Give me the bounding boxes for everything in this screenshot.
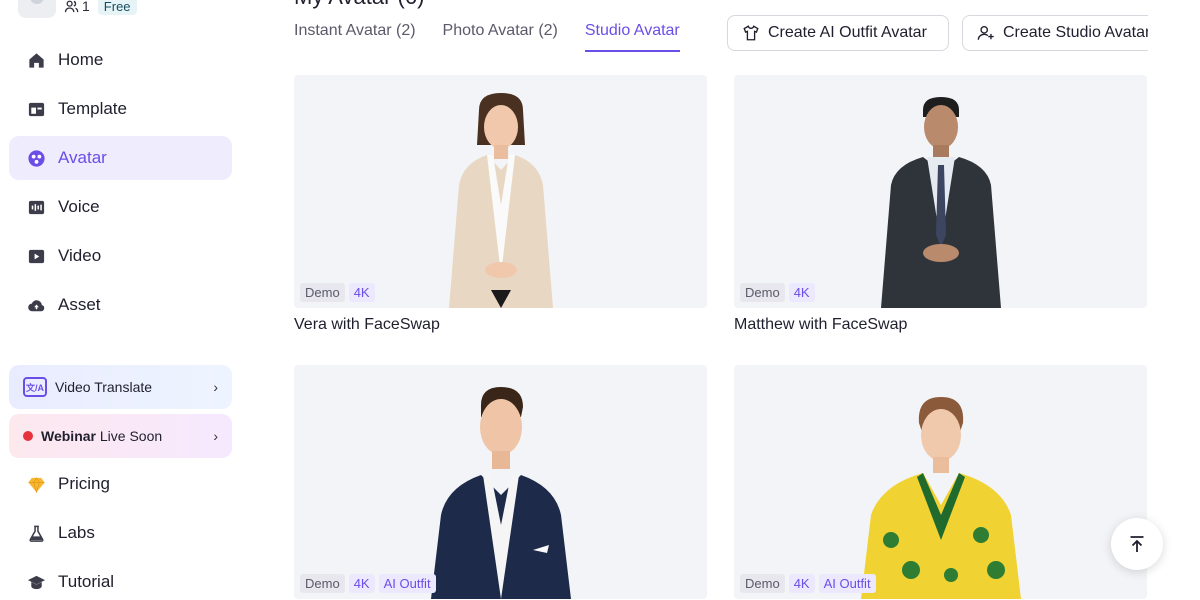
sidebar-item-asset[interactable]: Asset	[9, 283, 232, 327]
4k-badge: 4K	[788, 574, 815, 593]
cloud-upload-icon	[27, 296, 46, 315]
webinar-promo[interactable]: Webinar Live Soon ›	[9, 414, 232, 458]
scroll-to-top-button[interactable]	[1111, 518, 1163, 570]
avatar-icon	[27, 149, 46, 168]
avatar-thumbnail: Demo 4K AI Outfit	[294, 365, 707, 599]
live-dot-icon	[23, 431, 33, 441]
tab-photo-avatar[interactable]: Photo Avatar (2)	[443, 22, 558, 52]
sidebar-item-label: Tutorial	[58, 572, 115, 591]
create-ai-outfit-avatar-button[interactable]: Create AI Outfit Avatar	[727, 15, 949, 51]
avatar-tabs: Instant Avatar (2) Photo Avatar (2) Stud…	[294, 22, 680, 52]
create-studio-avatar-button[interactable]: Create Studio Avatar	[962, 15, 1148, 51]
avatar-preview-image	[430, 387, 571, 599]
diamond-icon	[27, 475, 46, 494]
avatar-card-ai-outfit-female[interactable]: Demo 4K AI Outfit	[734, 365, 1147, 599]
sidebar-item-avatar[interactable]: Avatar	[9, 136, 232, 180]
voice-icon	[27, 198, 46, 217]
sidebar-item-label: Asset	[58, 295, 101, 314]
chevron-right-icon: ›	[213, 428, 218, 444]
webinar-title: Webinar	[41, 428, 96, 444]
add-user-icon	[977, 26, 994, 40]
avatar-preview-image	[860, 397, 1021, 599]
demo-badge: Demo	[740, 283, 785, 302]
sidebar-item-voice[interactable]: Voice	[9, 185, 232, 229]
demo-badge: Demo	[300, 574, 345, 593]
sidebar-item-label: Pricing	[58, 474, 110, 493]
demo-badge: Demo	[740, 574, 785, 593]
avatar-name: Vera with FaceSwap	[294, 316, 440, 333]
demo-badge: Demo	[300, 283, 345, 302]
4k-badge: 4K	[348, 574, 375, 593]
user-info: 1 Free	[18, 0, 137, 18]
button-label: Create AI Outfit Avatar	[768, 24, 927, 41]
user-avatar[interactable]	[18, 0, 56, 18]
button-label: Create Studio Avatar	[1003, 24, 1148, 41]
flask-icon	[27, 524, 46, 543]
avatar-thumbnail: Demo 4K	[734, 75, 1147, 308]
webinar-status: Live Soon	[99, 428, 163, 444]
team-count: 1	[64, 0, 90, 14]
sidebar: 1 Free Home Template Avatar Voice Video …	[0, 0, 250, 600]
page-title: My Avatar (6)	[294, 0, 424, 10]
avatar-thumbnail: Demo 4K	[294, 75, 707, 308]
sidebar-item-label: Labs	[58, 523, 95, 542]
promo-label: Webinar Live Soon	[41, 428, 162, 444]
video-icon	[27, 247, 46, 266]
sidebar-item-home[interactable]: Home	[9, 38, 232, 82]
template-icon	[27, 100, 46, 119]
sidebar-item-label: Avatar	[58, 148, 107, 167]
avatar-preview-image	[880, 97, 1001, 308]
tab-studio-avatar[interactable]: Studio Avatar	[584, 22, 680, 52]
ai-outfit-badge: AI Outfit	[378, 574, 436, 593]
avatar-preview-image	[448, 93, 553, 308]
promo-label: Video Translate	[55, 379, 153, 395]
sidebar-item-pricing[interactable]: Pricing	[9, 462, 232, 506]
4k-badge: 4K	[788, 283, 815, 302]
sidebar-item-template[interactable]: Template	[9, 87, 232, 131]
badge-group: Demo 4K	[300, 283, 375, 302]
shirt-icon	[743, 25, 759, 41]
team-count-value: 1	[82, 0, 90, 14]
sidebar-item-label: Home	[58, 50, 104, 69]
avatar-thumbnail: Demo 4K AI Outfit	[734, 365, 1147, 599]
sidebar-item-tutorial[interactable]: Tutorial	[9, 560, 232, 600]
sidebar-item-label: Template	[58, 99, 127, 118]
avatar-card-ai-outfit-male[interactable]: Demo 4K AI Outfit	[294, 365, 707, 599]
sidebar-item-labs[interactable]: Labs	[9, 511, 232, 555]
plan-badge: Free	[97, 0, 137, 15]
chevron-right-icon: ›	[213, 379, 218, 395]
badge-group: Demo 4K AI Outfit	[740, 574, 876, 593]
sidebar-item-video[interactable]: Video	[9, 234, 232, 278]
tab-instant-avatar[interactable]: Instant Avatar (2)	[294, 22, 416, 52]
arrow-up-to-line-icon	[1130, 536, 1144, 552]
avatar-name: Matthew with FaceSwap	[734, 316, 908, 333]
graduation-cap-icon	[27, 573, 46, 592]
translate-icon: 文/A	[23, 377, 47, 397]
home-icon	[27, 51, 46, 70]
badge-group: Demo 4K AI Outfit	[300, 574, 436, 593]
avatar-card-vera[interactable]: Demo 4K Vera with FaceSwap	[294, 75, 707, 334]
4k-badge: 4K	[348, 283, 375, 302]
team-icon	[64, 0, 79, 12]
sidebar-item-label: Video	[58, 246, 102, 265]
badge-group: Demo 4K	[740, 283, 815, 302]
sidebar-item-label: Voice	[58, 197, 100, 216]
video-translate-promo[interactable]: 文/A Video Translate ›	[9, 365, 232, 409]
avatar-card-matthew[interactable]: Demo 4K Matthew with FaceSwap	[734, 75, 1147, 334]
ai-outfit-badge: AI Outfit	[818, 574, 876, 593]
